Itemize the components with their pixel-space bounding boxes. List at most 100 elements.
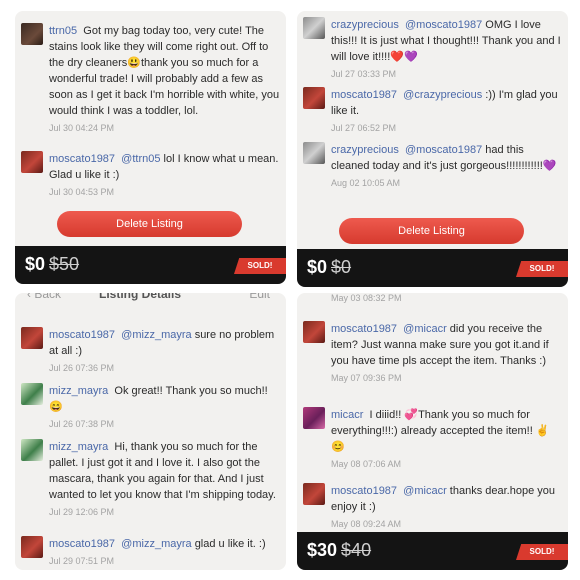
comment-username[interactable]: moscato1987 [331,89,397,101]
comment-text: moscato1987 @micacr did you receive the … [331,321,562,385]
comment-timestamp: Aug 02 10:05 AM [331,178,401,188]
comment-timestamp: Jul 26 07:36 PM [49,363,115,373]
comment-username[interactable]: moscato1987 [331,485,397,497]
comment-item: mizz_mayra Hi, thank you so much for the… [15,439,286,524]
sold-badge: SOLD! [516,261,568,277]
comment-timestamp: May 08 07:06 AM [331,459,402,469]
comment-username[interactable]: moscato1987 [49,153,115,165]
listing-panel-3: ‹ Back Listing Details Edit moscato1987 … [15,293,286,570]
delete-listing-button[interactable]: Delete Listing [339,218,524,244]
comment-username[interactable]: ttrn05 [49,25,77,37]
price-bar: $0 $50 SOLD! [15,246,286,284]
comment-username[interactable]: crazyprecious [331,19,399,31]
comment-timestamp: Jul 29 07:51 PM [49,556,115,566]
comment-mention[interactable]: @crazyprecious [403,89,482,101]
comment-item: moscato1987 @ttrn05 lol I know what u me… [15,151,286,201]
emoji: 😄 [49,401,63,413]
original-price: $0 [331,257,352,277]
price: $0 $0 [307,257,351,278]
comment-body: I diiid!! [369,409,402,421]
emoji: 💜 [542,160,557,172]
comment-text: moscato1987 @ttrn05 lol I know what u me… [49,151,280,199]
avatar[interactable] [21,439,43,461]
current-price: $0 [307,257,328,277]
comment-username[interactable]: mizz_mayra [49,385,108,397]
comment-text: moscato1987 @crazyprecious :)) I'm glad … [331,87,562,135]
comment-username[interactable]: moscato1987 [49,329,115,341]
avatar[interactable] [21,23,43,45]
avatar[interactable] [303,483,325,505]
current-price: $30 [307,540,338,560]
comment-item: crazyprecious @moscato1987 had this clea… [297,142,568,212]
emoji: ❤️💜 [390,51,418,63]
comment-item: crazyprecious @moscato1987 OMG I love th… [297,17,568,87]
comment-timestamp: Jul 30 04:24 PM [49,123,115,133]
comment-timestamp: Jul 27 03:33 PM [331,69,397,79]
original-price: $40 [341,540,372,560]
comment-mention[interactable]: @mizz_mayra [121,329,191,341]
comment-item: mizz_mayra Ok great!! Thank you so much!… [15,383,286,431]
comment-username[interactable]: moscato1987 [331,323,397,335]
avatar[interactable] [21,327,43,349]
comment-item: moscato1987 @micacr did you receive the … [297,321,568,391]
emoji: 💞 [404,409,419,421]
avatar[interactable] [21,151,43,173]
back-button[interactable]: ‹ Back [27,293,61,301]
comment-text: moscato1987 @mizz_mayra sure no problem … [49,327,280,375]
delete-listing-button[interactable]: Delete Listing [57,211,242,237]
comment-text: mizz_mayra Hi, thank you so much for the… [49,439,280,519]
price: $30 $40 [307,540,371,561]
comment-timestamp: May 07 09:36 PM [331,373,402,383]
comment-timestamp: May 08 09:24 AM [331,519,402,529]
avatar[interactable] [303,321,325,343]
comment-item: moscato1987 @crazyprecious :)) I'm glad … [297,87,568,135]
sold-badge: SOLD! [234,258,286,274]
listing-panel-4: May 03 08:32 PM moscato1987 @micacr did … [297,293,568,570]
nav-bar: ‹ Back Listing Details Edit [15,293,286,307]
edit-button[interactable]: Edit [249,293,270,301]
avatar[interactable] [21,536,43,558]
comment-mention[interactable]: @moscato1987 [405,144,482,156]
comment-timestamp: Jul 27 06:52 PM [331,123,397,133]
comment-text: crazyprecious @moscato1987 had this clea… [331,142,562,190]
comment-text: ttrn05 Got my bag today too, very cute! … [49,23,280,135]
listing-panel-2: crazyprecious @moscato1987 OMG I love th… [297,11,568,287]
comment-username[interactable]: crazyprecious [331,144,399,156]
comment-mention[interactable]: @moscato1987 [405,19,482,31]
avatar[interactable] [303,87,325,109]
comment-mention[interactable]: @ttrn05 [121,153,160,165]
comment-mention[interactable]: @micacr [403,323,447,335]
comment-body: glad u like it. :) [194,538,266,550]
comment-timestamp: Jul 29 12:06 PM [49,507,115,517]
comment-username[interactable]: micacr [331,409,363,421]
emoji: 😃 [127,57,141,69]
comment-item: moscato1987 @micacr thanks dear.hope you… [297,483,568,529]
comment-item: moscato1987 @mizz_mayra sure no problem … [15,327,286,375]
sold-badge: SOLD! [516,544,568,560]
comment-text: crazyprecious @moscato1987 OMG I love th… [331,17,562,81]
price-bar: $0 $0 SOLD! [297,249,568,287]
price-bar: $30 $40 SOLD! [297,532,568,570]
comment-username[interactable]: mizz_mayra [49,441,108,453]
price: $0 $50 [25,254,79,275]
original-price: $50 [49,254,80,274]
comment-mention[interactable]: @micacr [403,485,447,497]
comment-item: moscato1987 @mizz_mayra glad u like it. … [15,536,286,568]
avatar[interactable] [303,17,325,39]
comment-timestamp: Jul 26 07:38 PM [49,419,115,429]
avatar[interactable] [303,407,325,429]
comment-item: micacr I diiid!! 💞Thank you so much for … [297,407,568,475]
comment-body: Ok great!! Thank you so much!! [114,385,268,397]
comment-text: mizz_mayra Ok great!! Thank you so much!… [49,383,280,431]
listing-panel-1: ttrn05 Got my bag today too, very cute! … [15,11,286,284]
comment-timestamp: Jul 30 04:53 PM [49,187,115,197]
comment-timestamp: May 03 08:32 PM [331,293,402,303]
comment-text: micacr I diiid!! 💞Thank you so much for … [331,407,562,471]
avatar[interactable] [303,142,325,164]
comment-item: ttrn05 Got my bag today too, very cute! … [15,23,286,153]
comment-username[interactable]: moscato1987 [49,538,115,550]
avatar[interactable] [21,383,43,405]
comment-mention[interactable]: @mizz_mayra [121,538,191,550]
current-price: $0 [25,254,46,274]
page-title: Listing Details [99,293,182,301]
